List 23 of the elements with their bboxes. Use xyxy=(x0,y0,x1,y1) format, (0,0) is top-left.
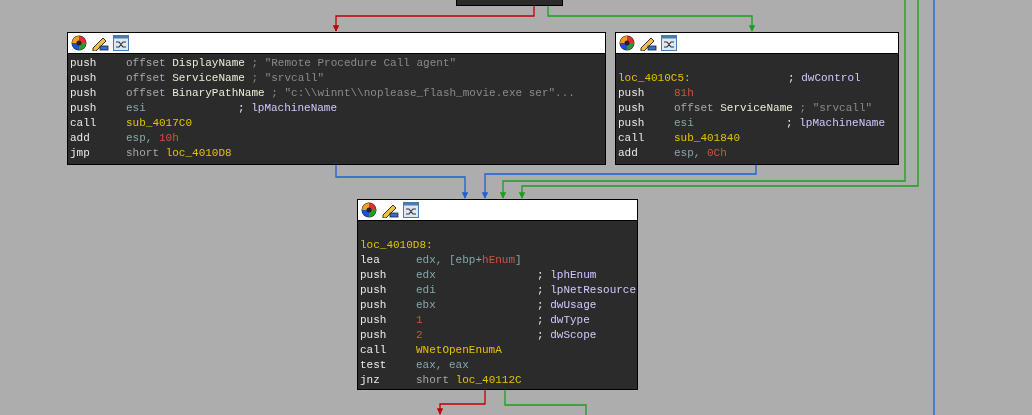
code-label: loc_4010C5: ; dwControl xyxy=(618,71,861,86)
code-line: push 1 ; dwType xyxy=(360,313,590,328)
code-line: push offset ServiceName ; "srvcall" xyxy=(70,71,325,86)
code-line: push offset ServiceName ; "srvcall" xyxy=(618,101,873,116)
code-line: jnz short loc_40112C xyxy=(360,373,523,388)
code-line: push esi ; lpMachineName xyxy=(70,101,338,116)
code-line: push offset BinaryPathName ; "c:\\winnt\\noplease_flash_movie.exe ser"... xyxy=(70,86,575,101)
code-line: push esi ; lpMachineName xyxy=(618,116,886,131)
code-line: push offset DisplayName ; "Remote Procedure Call agent" xyxy=(70,56,457,71)
code-line: push 2 ; dwScope xyxy=(360,328,597,343)
code-line: add esp, 0Ch xyxy=(618,146,728,161)
code-label: loc_4010D8: xyxy=(360,238,434,253)
code-line: jmp short loc_4010D8 xyxy=(70,146,233,161)
code-line: call sub_4017C0 xyxy=(70,116,193,131)
code-line: add esp, 10h xyxy=(70,131,180,146)
code-line: push edx ; lphEnum xyxy=(360,268,597,283)
code-line: lea edx, [ebp+hEnum] xyxy=(360,253,523,268)
code-line: push 81h xyxy=(618,86,695,101)
code-line: push edi ; lpNetResource xyxy=(360,283,637,298)
code-line: call WNetOpenEnumA xyxy=(360,343,503,358)
code-line: test eax, eax xyxy=(360,358,470,373)
code-line: call sub_401840 xyxy=(618,131,741,146)
code-line: push ebx ; dwUsage xyxy=(360,298,597,313)
